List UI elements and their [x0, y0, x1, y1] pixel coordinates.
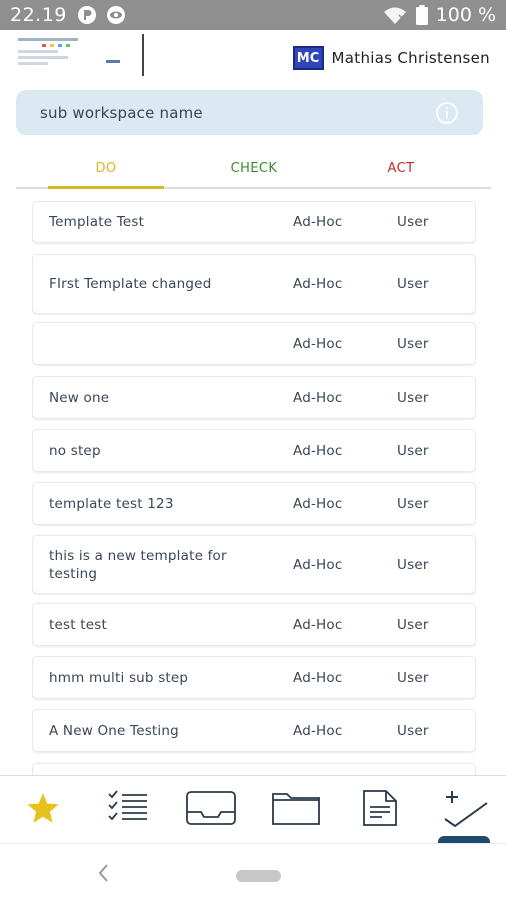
template-owner: User	[397, 442, 429, 459]
star-icon	[25, 791, 61, 829]
template-name: FIrst Template changed	[49, 276, 212, 292]
template-type: Ad-Hoc	[293, 335, 343, 352]
list-item[interactable]: Template Test Ad-Hoc User	[32, 201, 476, 243]
template-type: Ad-Hoc	[293, 276, 343, 292]
template-owner: User	[397, 669, 429, 686]
bottom-navigation	[0, 775, 506, 844]
notification-p-icon	[77, 5, 97, 25]
template-owner: User	[397, 722, 429, 739]
home-button[interactable]	[236, 870, 281, 882]
list-item[interactable]: no step Ad-Hoc User	[32, 429, 476, 472]
template-name: New one	[49, 389, 110, 406]
system-navigation	[0, 843, 506, 900]
template-type: Ad-Hoc	[293, 389, 343, 406]
nav-add-task[interactable]	[438, 788, 492, 832]
template-type: Ad-Hoc	[293, 214, 343, 230]
battery-level: 100 %	[435, 4, 496, 26]
folder-icon	[271, 790, 321, 830]
avatar: MC	[292, 46, 324, 70]
template-name: Template Test	[49, 214, 145, 230]
list-item[interactable]	[32, 763, 476, 775]
template-type: Ad-Hoc	[293, 495, 343, 512]
template-name: template test 123	[49, 495, 174, 512]
eye-icon	[105, 5, 127, 25]
list-item[interactable]: A New One Testing Ad-Hoc User	[32, 709, 476, 752]
list-item[interactable]: New one Ad-Hoc User	[32, 376, 476, 419]
tab-check[interactable]: CHECK	[196, 150, 312, 187]
workspace-name: sub workspace name	[40, 103, 203, 122]
template-type: Ad-Hoc	[293, 556, 343, 573]
back-icon[interactable]	[94, 862, 114, 884]
user-profile[interactable]: MC Mathias Christensen	[292, 46, 490, 70]
template-owner: User	[397, 389, 429, 406]
template-owner: User	[397, 556, 429, 573]
list-item[interactable]: hmm multi sub step Ad-Hoc User	[32, 656, 476, 699]
template-owner: User	[397, 214, 429, 230]
template-owner: User	[397, 335, 429, 352]
template-name: no step	[49, 442, 101, 459]
template-type: Ad-Hoc	[293, 442, 343, 459]
status-bar: 22.19 100 %	[0, 0, 506, 30]
template-owner: User	[397, 495, 429, 512]
wifi-icon	[382, 5, 408, 25]
info-icon[interactable]	[435, 101, 459, 125]
list-item[interactable]: Ad-Hoc User	[32, 322, 476, 365]
template-name: hmm multi sub step	[49, 669, 189, 686]
tab-do[interactable]: DO	[48, 150, 164, 189]
template-list: Template Test Ad-Hoc User FIrst Template…	[32, 201, 476, 775]
nav-checklists[interactable]	[100, 788, 154, 832]
battery-icon	[415, 5, 428, 25]
template-name: this is a new template for testing	[49, 547, 227, 582]
template-owner: User	[397, 616, 429, 633]
template-name: A New One Testing	[49, 722, 179, 739]
inbox-icon	[185, 790, 237, 830]
add-task-icon	[441, 789, 489, 831]
app-header: MC Mathias Christensen	[0, 30, 506, 80]
nav-folders[interactable]	[269, 788, 323, 832]
list-item[interactable]: test test Ad-Hoc User	[32, 603, 476, 646]
list-item[interactable]: template test 123 Ad-Hoc User	[32, 482, 476, 525]
template-type: Ad-Hoc	[293, 616, 343, 633]
list-item[interactable]: FIrst Template changed Ad-Hoc User	[32, 254, 476, 314]
workspace-selector[interactable]: sub workspace name	[16, 90, 483, 135]
template-type: Ad-Hoc	[293, 722, 343, 739]
list-item[interactable]: this is a new template for testing Ad-Ho…	[32, 535, 476, 594]
pdca-tabs: DO CHECK ACT	[16, 150, 491, 189]
template-type: Ad-Hoc	[293, 669, 343, 686]
template-name: test test	[49, 616, 107, 633]
status-time: 22.19	[10, 4, 67, 26]
app-logo-thumbnail	[14, 34, 144, 76]
template-owner: User	[397, 276, 429, 292]
tab-act[interactable]: ACT	[343, 150, 459, 187]
checklist-icon	[104, 790, 150, 830]
nav-inbox[interactable]	[184, 788, 238, 832]
nav-documents[interactable]	[353, 788, 407, 832]
nav-favorites[interactable]	[16, 788, 70, 832]
document-icon	[360, 789, 400, 831]
user-name: Mathias Christensen	[331, 49, 490, 67]
